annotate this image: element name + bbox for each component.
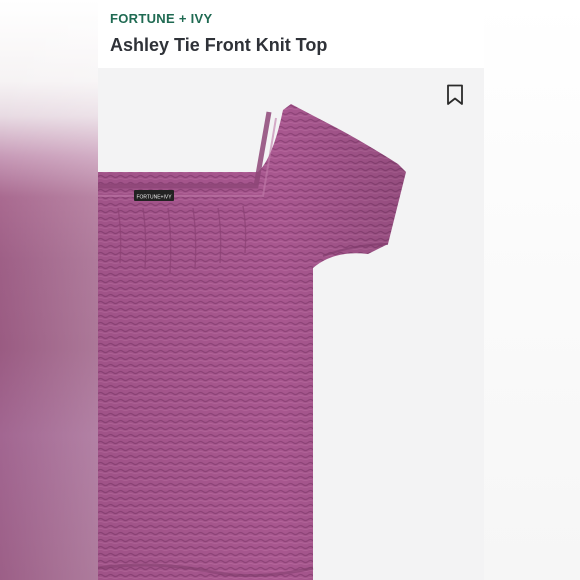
product-card: FORTUNE + IVY Ashley Tie Front Knit Top bbox=[98, 0, 484, 580]
product-header: FORTUNE + IVY Ashley Tie Front Knit Top bbox=[98, 0, 484, 68]
background-blur-left bbox=[0, 0, 98, 580]
background-blur-right bbox=[484, 0, 580, 580]
knit-top-image: FORTUNE+IVY bbox=[98, 104, 406, 580]
bookmark-icon[interactable] bbox=[446, 84, 464, 106]
product-photo[interactable]: FORTUNE+IVY bbox=[98, 68, 484, 580]
product-title: Ashley Tie Front Knit Top bbox=[110, 35, 328, 55]
neck-label-text: FORTUNE+IVY bbox=[136, 195, 172, 201]
brand-name[interactable]: FORTUNE + IVY bbox=[110, 11, 213, 26]
